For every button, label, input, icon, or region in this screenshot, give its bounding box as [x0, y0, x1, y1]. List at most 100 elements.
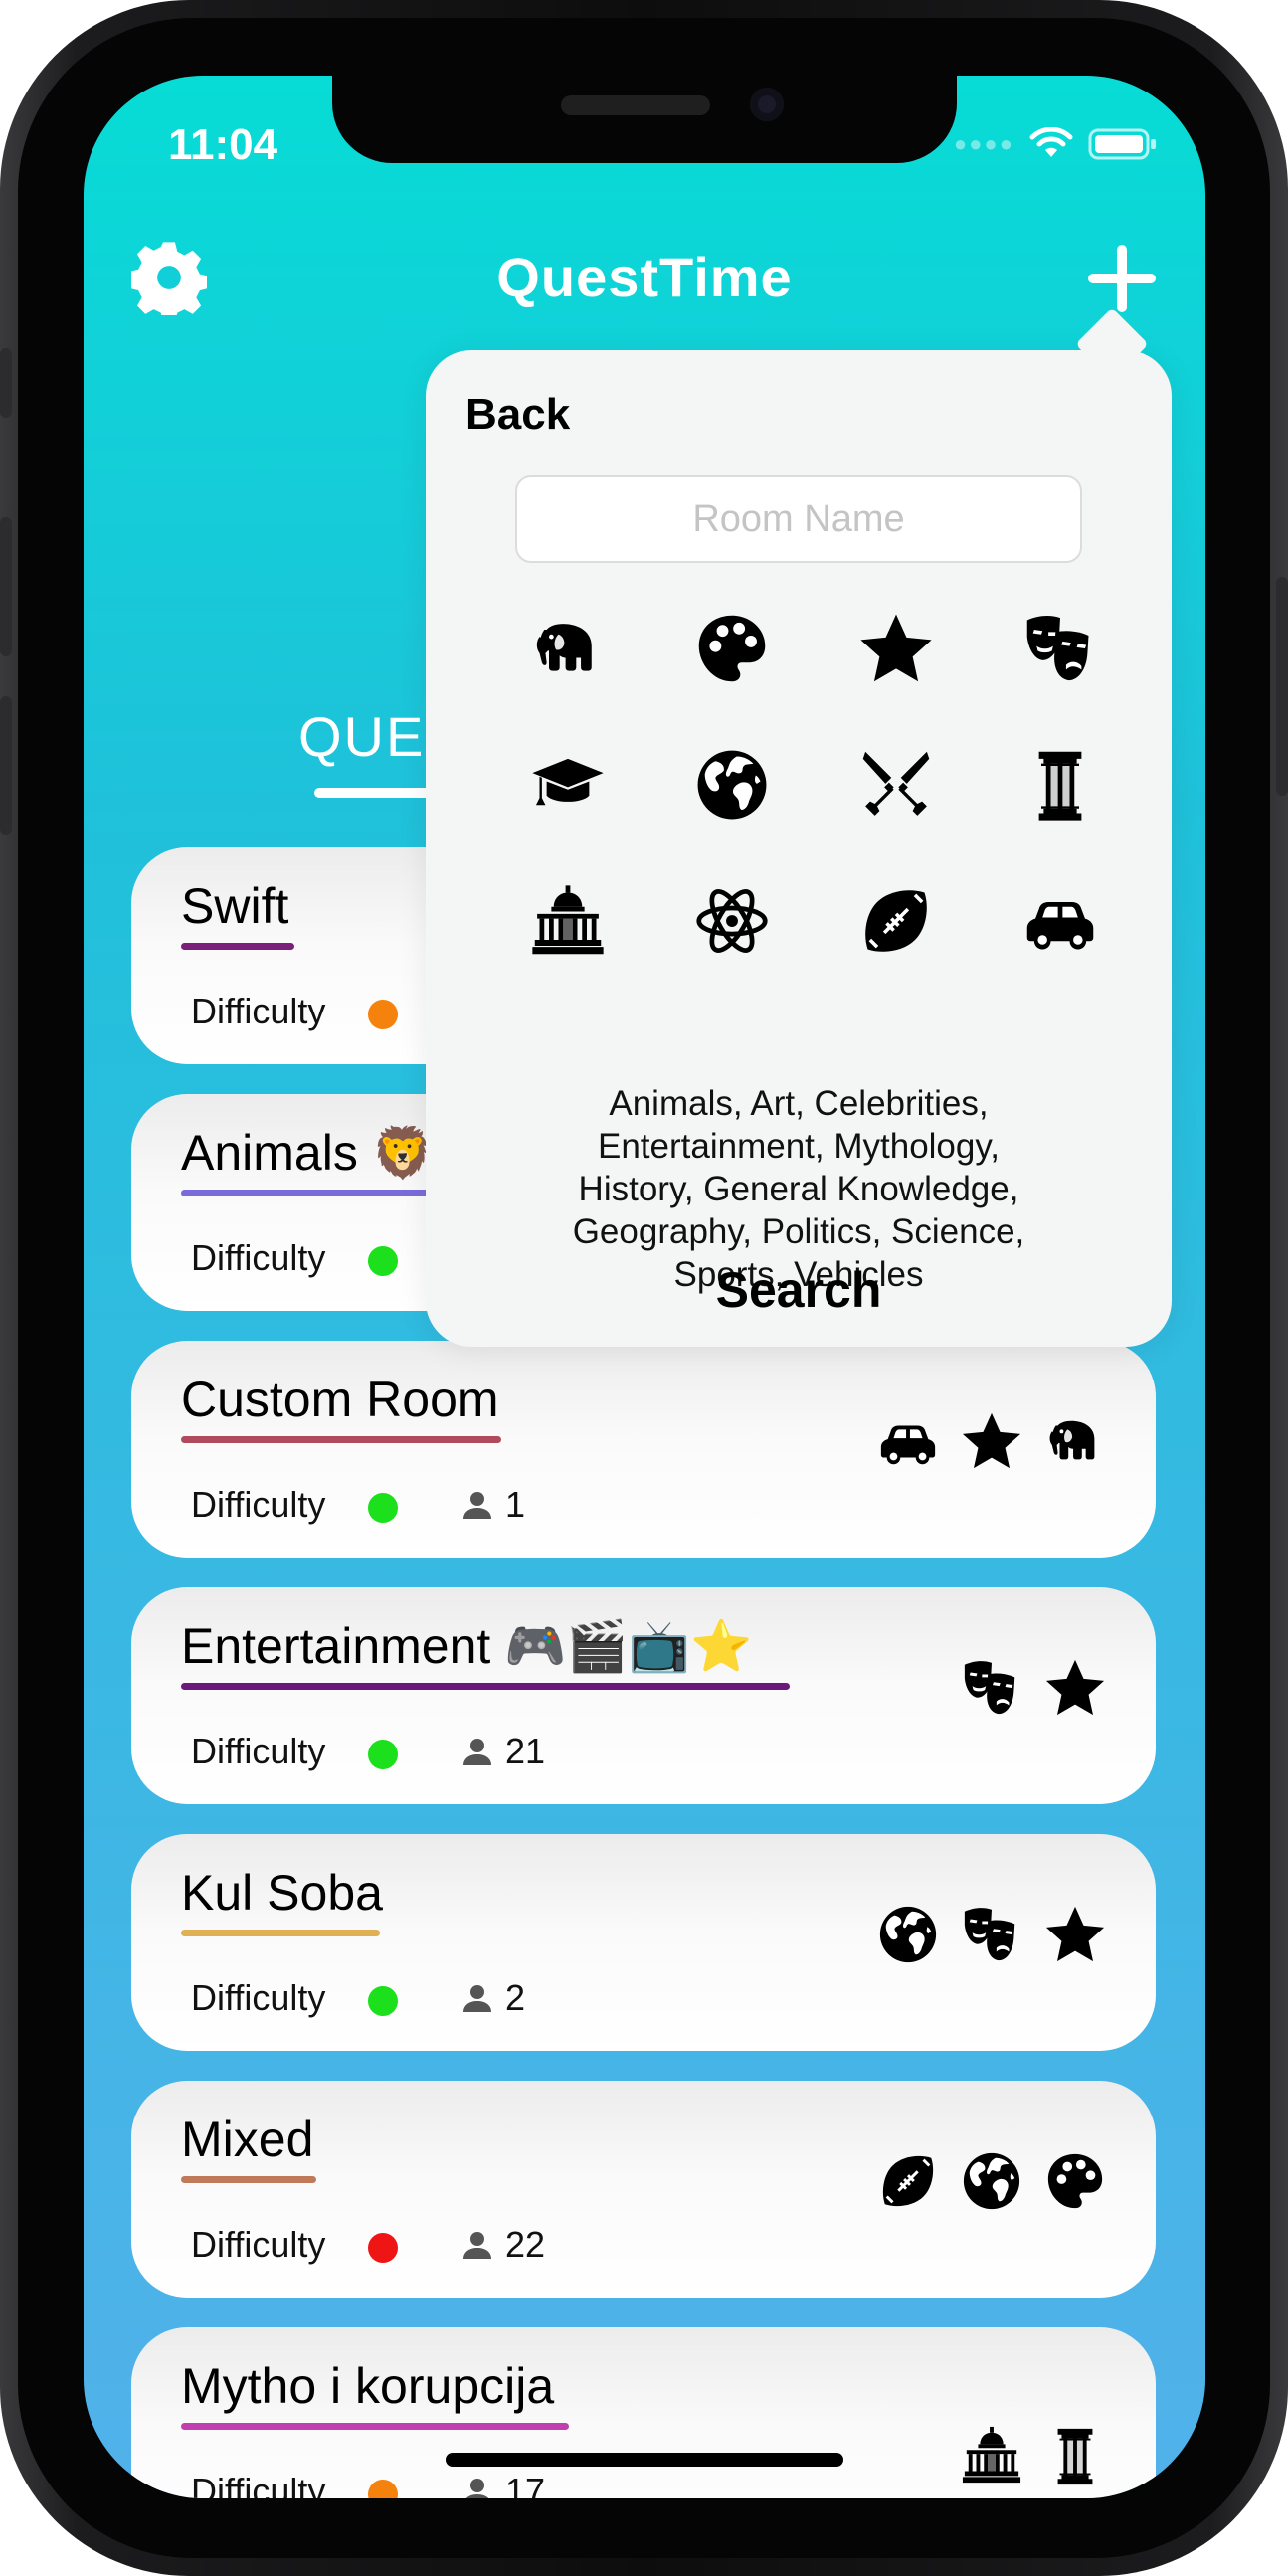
room-name: Custom Room: [181, 1372, 499, 1427]
category-entertainment[interactable]: [978, 611, 1142, 747]
player-count-value: 17: [505, 2471, 546, 2498]
theater-masks-icon: [961, 1657, 1022, 1719]
person-icon: [461, 1736, 493, 1767]
plus-icon[interactable]: [1088, 245, 1156, 312]
notch: [332, 76, 957, 163]
room-card-mytho-i-korupcija[interactable]: Mytho i korupcija Difficulty 17: [131, 2327, 1156, 2498]
player-count: 17: [461, 2471, 545, 2498]
search-button[interactable]: Search: [426, 1261, 1172, 1319]
globe-icon: [877, 1904, 939, 1965]
player-count: 21: [461, 1731, 545, 1772]
atom-icon: [694, 883, 770, 959]
volume-up-button: [0, 517, 12, 656]
categories-line: Animals, Art, Celebrities,: [609, 1084, 989, 1123]
room-name-underline: [181, 1436, 501, 1443]
home-indicator[interactable]: [446, 2453, 843, 2467]
car-icon: [1022, 883, 1098, 959]
star-icon: [1044, 1657, 1106, 1719]
globe-icon: [694, 747, 770, 823]
status-icons: ●●●●: [954, 127, 1158, 161]
category-animals[interactable]: [485, 611, 649, 747]
nav-bar: QuestTime: [84, 225, 1205, 344]
categories-line: Geography, Politics, Science,: [572, 1212, 1025, 1251]
person-icon: [461, 2229, 493, 2261]
tab-quests[interactable]: QUE: [298, 704, 425, 769]
front-camera: [750, 88, 784, 121]
difficulty-indicator: [368, 2480, 398, 2498]
person-icon: [461, 2476, 493, 2498]
category-celebrities[interactable]: [814, 611, 978, 747]
back-button[interactable]: Back: [465, 390, 570, 440]
difficulty-label: Difficulty: [191, 1484, 326, 1525]
star-icon: [961, 1410, 1022, 1472]
cellular-signal-icon: ●●●●: [953, 131, 1014, 156]
category-science[interactable]: [649, 883, 814, 1019]
capitol-building-icon: [961, 2425, 1022, 2486]
football-icon: [877, 2150, 939, 2212]
volume-down-button: [0, 696, 12, 835]
star-icon: [1044, 1904, 1106, 1965]
status-time: 11:04: [168, 120, 278, 169]
column-icon: [1044, 2425, 1106, 2486]
difficulty-label: Difficulty: [191, 1237, 326, 1278]
player-count-value: 21: [505, 1731, 546, 1771]
player-count: 22: [461, 2224, 545, 2266]
room-card-kul-soba[interactable]: Kul Soba Difficulty 2: [131, 1834, 1156, 2051]
room-name-underline: [181, 2423, 569, 2430]
room-name: Kul Soba: [181, 1865, 383, 1921]
difficulty-indicator: [368, 1740, 398, 1769]
difficulty-indicator: [368, 1493, 398, 1523]
elephant-icon: [1044, 1410, 1106, 1472]
room-name: Mixed: [181, 2112, 314, 2167]
room-card-custom-room[interactable]: Custom Room Difficulty 1: [131, 1341, 1156, 1558]
person-icon: [461, 1982, 493, 2014]
category-vehicles[interactable]: [978, 883, 1142, 1019]
category-geography[interactable]: [649, 747, 814, 883]
room-name-underline: [181, 1190, 430, 1196]
category-general-knowledge[interactable]: [485, 747, 649, 883]
player-count-value: 1: [505, 1484, 526, 1525]
category-sports[interactable]: [814, 883, 978, 1019]
room-category-icons: [961, 2425, 1106, 2486]
room-category-icons: [961, 1657, 1106, 1719]
difficulty-indicator: [368, 1986, 398, 2016]
mute-switch: [0, 348, 12, 418]
category-art[interactable]: [649, 611, 814, 747]
room-name-input[interactable]: [515, 475, 1082, 563]
theater-masks-icon: [961, 1904, 1022, 1965]
create-room-popover: Back Animals, Art, Celebrities, Entertai…: [426, 307, 1172, 1347]
player-count: 2: [461, 1977, 525, 2019]
difficulty-label: Difficulty: [191, 2471, 326, 2498]
room-name-underline: [181, 1930, 380, 1936]
categories-line: History, General Knowledge,: [578, 1170, 1019, 1208]
room-card-entertainment[interactable]: Entertainment 🎮🎬📺⭐ Difficulty 21: [131, 1587, 1156, 1804]
player-count-value: 22: [505, 2224, 546, 2265]
earpiece-speaker: [561, 95, 710, 115]
app-title: QuestTime: [496, 246, 793, 308]
category-history[interactable]: [814, 747, 978, 883]
palette-icon: [694, 611, 770, 686]
category-mythology[interactable]: [978, 747, 1142, 883]
person-icon: [461, 1489, 493, 1521]
wifi-icon: [1029, 127, 1073, 157]
player-count: 1: [461, 1484, 525, 1526]
room-category-icons: [877, 2150, 1106, 2212]
category-icon-grid: [485, 611, 1142, 1019]
crossed-swords-icon: [858, 747, 934, 823]
elephant-icon: [530, 611, 606, 686]
difficulty-label: Difficulty: [191, 1731, 326, 1771]
graduation-cap-icon: [530, 747, 606, 823]
room-card-mixed[interactable]: Mixed Difficulty 22: [131, 2081, 1156, 2298]
difficulty-label: Difficulty: [191, 2224, 326, 2265]
difficulty-indicator: [368, 1000, 398, 1029]
football-icon: [858, 883, 934, 959]
star-icon: [858, 611, 934, 686]
battery-icon: [1088, 128, 1156, 160]
theater-masks-icon: [1022, 611, 1098, 686]
category-politics[interactable]: [485, 883, 649, 1019]
room-category-icons: [877, 1410, 1106, 1472]
palette-icon: [1044, 2150, 1106, 2212]
player-count-value: 2: [505, 1977, 526, 2018]
room-name-underline: [181, 2176, 316, 2183]
room-name-underline: [181, 943, 294, 950]
